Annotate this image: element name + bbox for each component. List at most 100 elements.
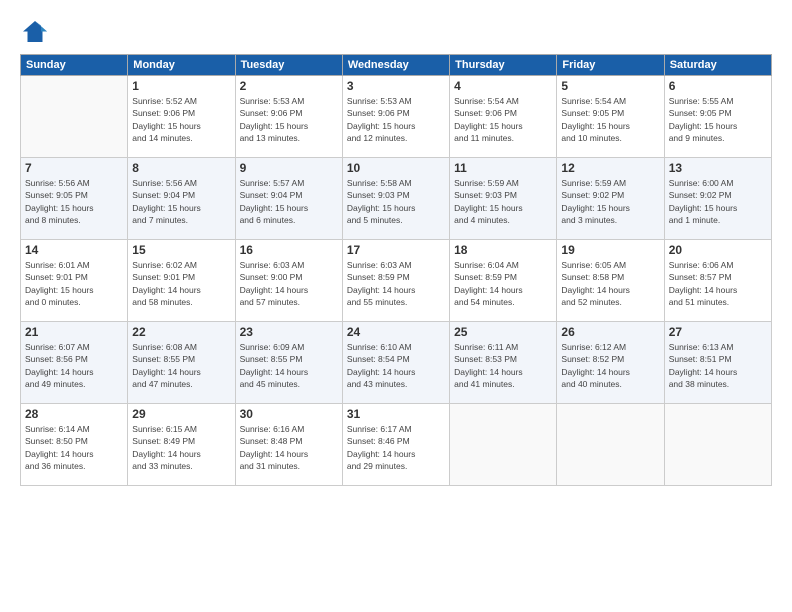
weekday-header: Friday bbox=[557, 55, 664, 76]
day-number: 3 bbox=[347, 79, 445, 93]
calendar-cell: 15Sunrise: 6:02 AM Sunset: 9:01 PM Dayli… bbox=[128, 240, 235, 322]
day-info: Sunrise: 6:00 AM Sunset: 9:02 PM Dayligh… bbox=[669, 177, 767, 226]
logo-icon bbox=[20, 18, 50, 48]
day-number: 13 bbox=[669, 161, 767, 175]
day-number: 26 bbox=[561, 325, 659, 339]
day-info: Sunrise: 6:06 AM Sunset: 8:57 PM Dayligh… bbox=[669, 259, 767, 308]
day-number: 18 bbox=[454, 243, 552, 257]
day-info: Sunrise: 6:04 AM Sunset: 8:59 PM Dayligh… bbox=[454, 259, 552, 308]
day-number: 25 bbox=[454, 325, 552, 339]
day-number: 12 bbox=[561, 161, 659, 175]
day-info: Sunrise: 5:57 AM Sunset: 9:04 PM Dayligh… bbox=[240, 177, 338, 226]
day-number: 9 bbox=[240, 161, 338, 175]
calendar-cell: 18 Sunrise: 6:04 AM Sunset: 8:59 PM Dayli… bbox=[450, 240, 557, 322]
day-info: Sunrise: 6:12 AM Sunset: 8:52 PM Dayligh… bbox=[561, 341, 659, 390]
day-info: Sunrise: 6:17 AM Sunset: 8:46 PM Dayligh… bbox=[347, 423, 445, 472]
calendar-cell: 3Sunrise: 5:53 AM Sunset: 9:06 PM Daylig… bbox=[342, 76, 449, 158]
calendar-cell: 11 Sunrise: 5:59 AM Sunset: 9:03 PM Dayli… bbox=[450, 158, 557, 240]
calendar-cell: 31 Sunrise: 6:17 AM Sunset: 8:46 PM Dayli… bbox=[342, 404, 449, 486]
day-number: 22 bbox=[132, 325, 230, 339]
day-info: Sunrise: 5:53 AM Sunset: 9:06 PM Dayligh… bbox=[240, 95, 338, 144]
day-info: Sunrise: 6:09 AM Sunset: 8:55 PM Dayligh… bbox=[240, 341, 338, 390]
day-number: 17 bbox=[347, 243, 445, 257]
weekday-header: Saturday bbox=[664, 55, 771, 76]
day-number: 2 bbox=[240, 79, 338, 93]
weekday-header: Tuesday bbox=[235, 55, 342, 76]
calendar-cell: 9 Sunrise: 5:57 AM Sunset: 9:04 PM Daylig… bbox=[235, 158, 342, 240]
day-number: 31 bbox=[347, 407, 445, 421]
day-info: Sunrise: 6:16 AM Sunset: 8:48 PM Dayligh… bbox=[240, 423, 338, 472]
calendar-cell bbox=[557, 404, 664, 486]
day-info: Sunrise: 5:59 AM Sunset: 9:02 PM Dayligh… bbox=[561, 177, 659, 226]
calendar-cell: 30 Sunrise: 6:16 AM Sunset: 8:48 PM Dayli… bbox=[235, 404, 342, 486]
day-number: 27 bbox=[669, 325, 767, 339]
day-info: Sunrise: 6:03 AM Sunset: 8:59 PM Dayligh… bbox=[347, 259, 445, 308]
calendar-cell: 10Sunrise: 5:58 AM Sunset: 9:03 PM Dayli… bbox=[342, 158, 449, 240]
calendar-cell: 29 Sunrise: 6:15 AM Sunset: 8:49 PM Dayli… bbox=[128, 404, 235, 486]
day-info: Sunrise: 5:59 AM Sunset: 9:03 PM Dayligh… bbox=[454, 177, 552, 226]
weekday-header: Monday bbox=[128, 55, 235, 76]
logo bbox=[20, 18, 54, 48]
day-number: 11 bbox=[454, 161, 552, 175]
calendar-cell: 16 Sunrise: 6:03 AM Sunset: 9:00 PM Dayli… bbox=[235, 240, 342, 322]
day-number: 1 bbox=[132, 79, 230, 93]
calendar-cell: 28 Sunrise: 6:14 AM Sunset: 8:50 PM Dayli… bbox=[21, 404, 128, 486]
weekday-header: Thursday bbox=[450, 55, 557, 76]
day-number: 28 bbox=[25, 407, 123, 421]
calendar-cell: 12 Sunrise: 5:59 AM Sunset: 9:02 PM Dayli… bbox=[557, 158, 664, 240]
day-info: Sunrise: 5:54 AM Sunset: 9:05 PM Dayligh… bbox=[561, 95, 659, 144]
day-number: 5 bbox=[561, 79, 659, 93]
calendar-cell: 1Sunrise: 5:52 AM Sunset: 9:06 PM Daylig… bbox=[128, 76, 235, 158]
calendar-cell: 26 Sunrise: 6:12 AM Sunset: 8:52 PM Dayli… bbox=[557, 322, 664, 404]
weekday-header: Sunday bbox=[21, 55, 128, 76]
day-number: 7 bbox=[25, 161, 123, 175]
calendar-cell: 21 Sunrise: 6:07 AM Sunset: 8:56 PM Dayli… bbox=[21, 322, 128, 404]
calendar-cell bbox=[664, 404, 771, 486]
day-info: Sunrise: 6:11 AM Sunset: 8:53 PM Dayligh… bbox=[454, 341, 552, 390]
day-number: 4 bbox=[454, 79, 552, 93]
day-number: 19 bbox=[561, 243, 659, 257]
day-info: Sunrise: 6:15 AM Sunset: 8:49 PM Dayligh… bbox=[132, 423, 230, 472]
day-number: 6 bbox=[669, 79, 767, 93]
calendar-cell: 22 Sunrise: 6:08 AM Sunset: 8:55 PM Dayli… bbox=[128, 322, 235, 404]
day-number: 30 bbox=[240, 407, 338, 421]
calendar-week-row: 28 Sunrise: 6:14 AM Sunset: 8:50 PM Dayli… bbox=[21, 404, 772, 486]
calendar-cell: 23 Sunrise: 6:09 AM Sunset: 8:55 PM Dayli… bbox=[235, 322, 342, 404]
calendar-cell: 6Sunrise: 5:55 AM Sunset: 9:05 PM Daylig… bbox=[664, 76, 771, 158]
header bbox=[20, 18, 772, 48]
day-info: Sunrise: 6:10 AM Sunset: 8:54 PM Dayligh… bbox=[347, 341, 445, 390]
calendar-cell: 20 Sunrise: 6:06 AM Sunset: 8:57 PM Dayli… bbox=[664, 240, 771, 322]
day-info: Sunrise: 6:08 AM Sunset: 8:55 PM Dayligh… bbox=[132, 341, 230, 390]
day-info: Sunrise: 6:01 AM Sunset: 9:01 PM Dayligh… bbox=[25, 259, 123, 308]
day-number: 14 bbox=[25, 243, 123, 257]
day-info: Sunrise: 5:54 AM Sunset: 9:06 PM Dayligh… bbox=[454, 95, 552, 144]
calendar-week-row: 21 Sunrise: 6:07 AM Sunset: 8:56 PM Dayli… bbox=[21, 322, 772, 404]
calendar-cell: 2 Sunrise: 5:53 AM Sunset: 9:06 PM Daylig… bbox=[235, 76, 342, 158]
calendar-cell: 7Sunrise: 5:56 AM Sunset: 9:05 PM Daylig… bbox=[21, 158, 128, 240]
weekday-header: Wednesday bbox=[342, 55, 449, 76]
calendar: SundayMondayTuesdayWednesdayThursdayFrid… bbox=[20, 54, 772, 486]
calendar-week-row: 14 Sunrise: 6:01 AM Sunset: 9:01 PM Dayli… bbox=[21, 240, 772, 322]
day-number: 16 bbox=[240, 243, 338, 257]
day-info: Sunrise: 6:07 AM Sunset: 8:56 PM Dayligh… bbox=[25, 341, 123, 390]
day-number: 23 bbox=[240, 325, 338, 339]
calendar-cell: 27 Sunrise: 6:13 AM Sunset: 8:51 PM Dayli… bbox=[664, 322, 771, 404]
day-number: 15 bbox=[132, 243, 230, 257]
calendar-cell: 5 Sunrise: 5:54 AM Sunset: 9:05 PM Daylig… bbox=[557, 76, 664, 158]
day-number: 29 bbox=[132, 407, 230, 421]
day-info: Sunrise: 6:03 AM Sunset: 9:00 PM Dayligh… bbox=[240, 259, 338, 308]
day-info: Sunrise: 6:13 AM Sunset: 8:51 PM Dayligh… bbox=[669, 341, 767, 390]
day-number: 8 bbox=[132, 161, 230, 175]
header-row: SundayMondayTuesdayWednesdayThursdayFrid… bbox=[21, 55, 772, 76]
calendar-cell: 17 Sunrise: 6:03 AM Sunset: 8:59 PM Dayli… bbox=[342, 240, 449, 322]
calendar-cell bbox=[21, 76, 128, 158]
calendar-cell: 14 Sunrise: 6:01 AM Sunset: 9:01 PM Dayli… bbox=[21, 240, 128, 322]
calendar-cell: 13 Sunrise: 6:00 AM Sunset: 9:02 PM Dayli… bbox=[664, 158, 771, 240]
calendar-week-row: 1Sunrise: 5:52 AM Sunset: 9:06 PM Daylig… bbox=[21, 76, 772, 158]
day-number: 20 bbox=[669, 243, 767, 257]
day-info: Sunrise: 6:05 AM Sunset: 8:58 PM Dayligh… bbox=[561, 259, 659, 308]
day-info: Sunrise: 6:14 AM Sunset: 8:50 PM Dayligh… bbox=[25, 423, 123, 472]
day-number: 24 bbox=[347, 325, 445, 339]
calendar-cell: 4 Sunrise: 5:54 AM Sunset: 9:06 PM Daylig… bbox=[450, 76, 557, 158]
day-number: 21 bbox=[25, 325, 123, 339]
